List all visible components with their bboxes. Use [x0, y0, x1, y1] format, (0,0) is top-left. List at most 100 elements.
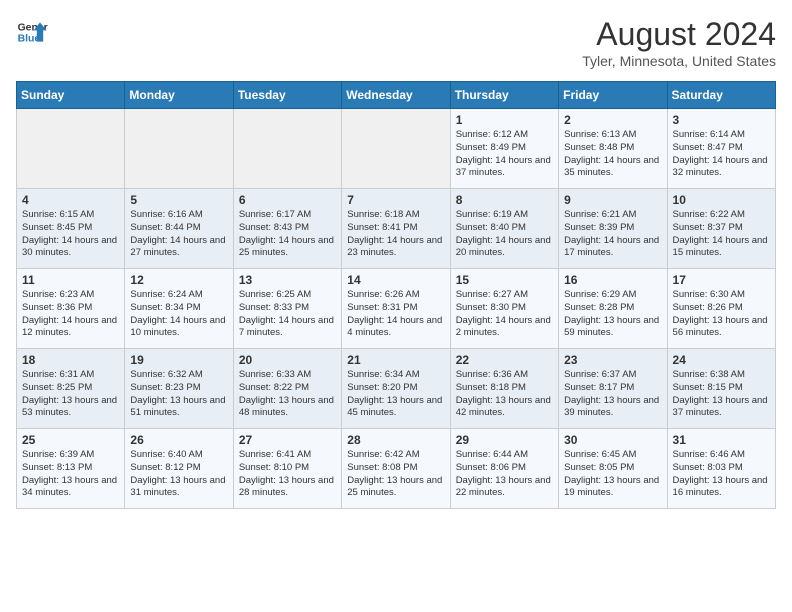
- logo-icon: General Blue: [16, 16, 48, 48]
- day-info: Sunrise: 6:12 AM Sunset: 8:49 PM Dayligh…: [456, 129, 553, 180]
- day-number: 21: [347, 353, 444, 367]
- day-number: 13: [239, 273, 336, 287]
- calendar-cell: 5Sunrise: 6:16 AM Sunset: 8:44 PM Daylig…: [125, 189, 233, 269]
- calendar-cell: 29 Sunrise: 6:44 AM Sunset: 8:06 PM Dayli…: [450, 429, 558, 509]
- day-info: Sunrise: 6:42 AM Sunset: 8:08 PM Dayligh…: [347, 449, 444, 500]
- day-number: 18: [22, 353, 119, 367]
- calendar-cell: 12 Sunrise: 6:24 AM Sunset: 8:34 PM Dayli…: [125, 269, 233, 349]
- day-number: 11: [22, 273, 119, 287]
- calendar-cell: 19 Sunrise: 6:32 AM Sunset: 8:23 PM Dayli…: [125, 349, 233, 429]
- day-number: 15: [456, 273, 553, 287]
- page-header: General Blue August 2024 Tyler, Minnesot…: [16, 16, 776, 69]
- day-info: Sunrise: 6:19 AM Sunset: 8:40 PM Dayligh…: [456, 209, 553, 260]
- calendar-week-row: 11 Sunrise: 6:23 AM Sunset: 8:36 PM Dayli…: [17, 269, 776, 349]
- day-number: 24: [673, 353, 770, 367]
- calendar-cell: 27 Sunrise: 6:41 AM Sunset: 8:10 PM Dayli…: [233, 429, 341, 509]
- day-info: Sunrise: 6:44 AM Sunset: 8:06 PM Dayligh…: [456, 449, 553, 500]
- calendar-cell: [233, 109, 341, 189]
- day-info: Sunrise: 6:29 AM Sunset: 8:28 PM Dayligh…: [564, 289, 661, 340]
- day-number: 22: [456, 353, 553, 367]
- day-header-sunday: Sunday: [17, 82, 125, 109]
- calendar-cell: 4 Sunrise: 6:15 AM Sunset: 8:45 PM Daylig…: [17, 189, 125, 269]
- calendar-body: 1Sunrise: 6:12 AM Sunset: 8:49 PM Daylig…: [17, 109, 776, 509]
- calendar-week-row: 18Sunrise: 6:31 AM Sunset: 8:25 PM Dayli…: [17, 349, 776, 429]
- day-header-friday: Friday: [559, 82, 667, 109]
- day-number: 7: [347, 193, 444, 207]
- day-number: 25: [22, 433, 119, 447]
- day-number: 12: [130, 273, 227, 287]
- day-info: Sunrise: 6:24 AM Sunset: 8:34 PM Dayligh…: [130, 289, 227, 340]
- calendar-cell: [125, 109, 233, 189]
- day-number: 23: [564, 353, 661, 367]
- day-number: 20: [239, 353, 336, 367]
- day-info: Sunrise: 6:22 AM Sunset: 8:37 PM Dayligh…: [673, 209, 770, 260]
- day-info: Sunrise: 6:25 AM Sunset: 8:33 PM Dayligh…: [239, 289, 336, 340]
- day-info: Sunrise: 6:27 AM Sunset: 8:30 PM Dayligh…: [456, 289, 553, 340]
- day-info: Sunrise: 6:46 AM Sunset: 8:03 PM Dayligh…: [673, 449, 770, 500]
- calendar-cell: 25 Sunrise: 6:39 AM Sunset: 8:13 PM Dayli…: [17, 429, 125, 509]
- day-info: Sunrise: 6:39 AM Sunset: 8:13 PM Dayligh…: [22, 449, 119, 500]
- calendar-header-row: SundayMondayTuesdayWednesdayThursdayFrid…: [17, 82, 776, 109]
- day-number: 4: [22, 193, 119, 207]
- day-number: 19: [130, 353, 227, 367]
- day-info: Sunrise: 6:32 AM Sunset: 8:23 PM Dayligh…: [130, 369, 227, 420]
- day-info: Sunrise: 6:33 AM Sunset: 8:22 PM Dayligh…: [239, 369, 336, 420]
- day-info: Sunrise: 6:41 AM Sunset: 8:10 PM Dayligh…: [239, 449, 336, 500]
- day-number: 9: [564, 193, 661, 207]
- day-number: 10: [673, 193, 770, 207]
- day-info: Sunrise: 6:36 AM Sunset: 8:18 PM Dayligh…: [456, 369, 553, 420]
- day-info: Sunrise: 6:26 AM Sunset: 8:31 PM Dayligh…: [347, 289, 444, 340]
- calendar-cell: 24 Sunrise: 6:38 AM Sunset: 8:15 PM Dayli…: [667, 349, 775, 429]
- day-info: Sunrise: 6:45 AM Sunset: 8:05 PM Dayligh…: [564, 449, 661, 500]
- calendar-cell: 9Sunrise: 6:21 AM Sunset: 8:39 PM Daylig…: [559, 189, 667, 269]
- calendar-week-row: 4 Sunrise: 6:15 AM Sunset: 8:45 PM Daylig…: [17, 189, 776, 269]
- logo: General Blue: [16, 16, 48, 48]
- calendar-week-row: 1Sunrise: 6:12 AM Sunset: 8:49 PM Daylig…: [17, 109, 776, 189]
- day-number: 16: [564, 273, 661, 287]
- calendar-cell: 1Sunrise: 6:12 AM Sunset: 8:49 PM Daylig…: [450, 109, 558, 189]
- day-number: 26: [130, 433, 227, 447]
- calendar-cell: 21Sunrise: 6:34 AM Sunset: 8:20 PM Dayli…: [342, 349, 450, 429]
- day-number: 5: [130, 193, 227, 207]
- day-info: Sunrise: 6:17 AM Sunset: 8:43 PM Dayligh…: [239, 209, 336, 260]
- calendar-cell: 3 Sunrise: 6:14 AM Sunset: 8:47 PM Daylig…: [667, 109, 775, 189]
- calendar-cell: 17 Sunrise: 6:30 AM Sunset: 8:26 PM Dayli…: [667, 269, 775, 349]
- month-year-title: August 2024: [582, 16, 776, 53]
- day-info: Sunrise: 6:23 AM Sunset: 8:36 PM Dayligh…: [22, 289, 119, 340]
- calendar-cell: [342, 109, 450, 189]
- day-number: 17: [673, 273, 770, 287]
- calendar-cell: 6Sunrise: 6:17 AM Sunset: 8:43 PM Daylig…: [233, 189, 341, 269]
- day-info: Sunrise: 6:30 AM Sunset: 8:26 PM Dayligh…: [673, 289, 770, 340]
- day-number: 30: [564, 433, 661, 447]
- day-number: 27: [239, 433, 336, 447]
- calendar-cell: 20 Sunrise: 6:33 AM Sunset: 8:22 PM Dayli…: [233, 349, 341, 429]
- day-info: Sunrise: 6:13 AM Sunset: 8:48 PM Dayligh…: [564, 129, 661, 180]
- calendar-cell: 18Sunrise: 6:31 AM Sunset: 8:25 PM Dayli…: [17, 349, 125, 429]
- location-subtitle: Tyler, Minnesota, United States: [582, 53, 776, 69]
- calendar-cell: 23Sunrise: 6:37 AM Sunset: 8:17 PM Dayli…: [559, 349, 667, 429]
- day-number: 3: [673, 113, 770, 127]
- day-number: 31: [673, 433, 770, 447]
- calendar-cell: 16 Sunrise: 6:29 AM Sunset: 8:28 PM Dayli…: [559, 269, 667, 349]
- calendar-cell: 7 Sunrise: 6:18 AM Sunset: 8:41 PM Daylig…: [342, 189, 450, 269]
- day-number: 8: [456, 193, 553, 207]
- calendar-cell: 10 Sunrise: 6:22 AM Sunset: 8:37 PM Dayli…: [667, 189, 775, 269]
- calendar-table: SundayMondayTuesdayWednesdayThursdayFrid…: [16, 81, 776, 509]
- day-info: Sunrise: 6:15 AM Sunset: 8:45 PM Dayligh…: [22, 209, 119, 260]
- calendar-cell: 30 Sunrise: 6:45 AM Sunset: 8:05 PM Dayli…: [559, 429, 667, 509]
- calendar-week-row: 25 Sunrise: 6:39 AM Sunset: 8:13 PM Dayli…: [17, 429, 776, 509]
- day-number: 28: [347, 433, 444, 447]
- day-number: 29: [456, 433, 553, 447]
- day-info: Sunrise: 6:18 AM Sunset: 8:41 PM Dayligh…: [347, 209, 444, 260]
- title-area: August 2024 Tyler, Minnesota, United Sta…: [582, 16, 776, 69]
- day-number: 14: [347, 273, 444, 287]
- day-header-saturday: Saturday: [667, 82, 775, 109]
- calendar-cell: 11 Sunrise: 6:23 AM Sunset: 8:36 PM Dayli…: [17, 269, 125, 349]
- day-info: Sunrise: 6:14 AM Sunset: 8:47 PM Dayligh…: [673, 129, 770, 180]
- calendar-cell: 31 Sunrise: 6:46 AM Sunset: 8:03 PM Dayli…: [667, 429, 775, 509]
- day-info: Sunrise: 6:38 AM Sunset: 8:15 PM Dayligh…: [673, 369, 770, 420]
- day-header-tuesday: Tuesday: [233, 82, 341, 109]
- calendar-cell: [17, 109, 125, 189]
- day-header-thursday: Thursday: [450, 82, 558, 109]
- calendar-cell: 15 Sunrise: 6:27 AM Sunset: 8:30 PM Dayli…: [450, 269, 558, 349]
